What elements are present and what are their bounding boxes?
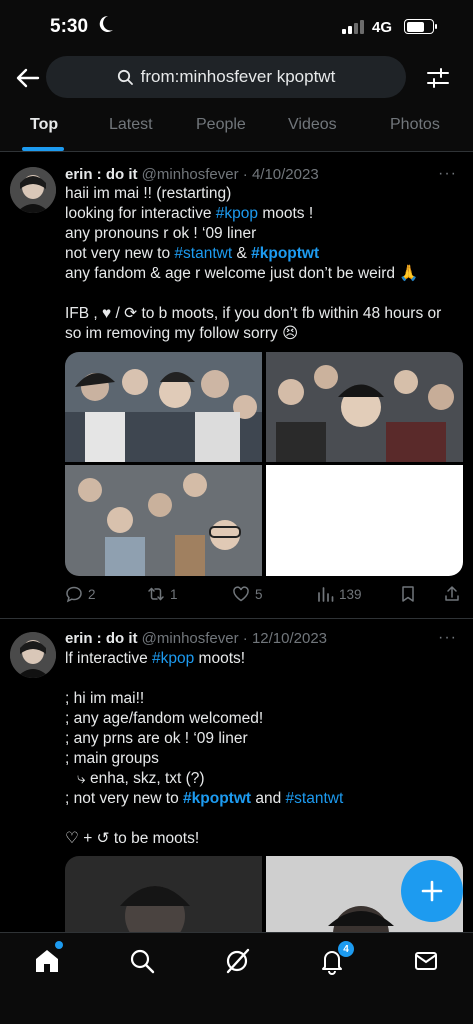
author-handle[interactable]: @minhosfever	[142, 166, 239, 183]
views-count: 139	[339, 586, 362, 602]
author-name[interactable]: erin : do it	[65, 166, 138, 183]
text-line: looking for interactive #kpop moots !	[65, 205, 314, 222]
share-icon	[445, 586, 459, 601]
home-unread-dot	[55, 941, 63, 949]
text-line: IFB , ♥︎ / ⟳ to b moots, if you don’t fb…	[65, 305, 442, 322]
tab-videos[interactable]: Videos	[288, 116, 337, 134]
bottom-nav: 4	[0, 932, 473, 1024]
filter-icon[interactable]	[424, 64, 452, 92]
status-bar: 5:30 4G	[0, 0, 473, 56]
notifications-badge: 4	[338, 941, 354, 957]
post-date: · 12/10/2023	[242, 630, 328, 647]
search-tabs: Top Latest People Videos Photos	[0, 100, 473, 152]
more-icon[interactable]: ···	[438, 629, 457, 647]
tab-people[interactable]: People	[196, 116, 246, 134]
text-line: ; hi im mai!!	[65, 690, 145, 707]
network-label: 4G	[372, 19, 393, 36]
text-line: any fandom & age r welcome just don’t be…	[65, 265, 419, 282]
media-photo[interactable]	[266, 465, 463, 576]
reply-icon	[66, 586, 82, 603]
reply-count: 2	[88, 586, 96, 602]
tab-indicator	[22, 147, 64, 151]
tab-photos[interactable]: Photos	[390, 116, 440, 134]
views-icon	[318, 587, 334, 602]
compose-button[interactable]	[401, 860, 463, 922]
like-count: 5	[255, 586, 263, 602]
grok-icon[interactable]	[223, 947, 251, 975]
search-header: from:minhosfever kpoptwt	[0, 56, 473, 100]
text-line: ⤷ enha, skz, txt (?)	[77, 770, 205, 787]
like-button[interactable]: 5	[232, 585, 263, 603]
hashtag-link[interactable]: #kpop	[152, 650, 194, 667]
text-line: ; main groups	[65, 750, 159, 767]
post-date: · 4/10/2023	[242, 166, 319, 183]
text-line: so im removing my follow sorry 😣	[65, 325, 299, 342]
post-text: haii im mai !! (restarting) looking for …	[65, 184, 465, 344]
explore-icon[interactable]	[128, 947, 156, 975]
search-query: from:minhosfever kpoptwt	[140, 67, 336, 86]
text-line: haii im mai !! (restarting)	[65, 185, 232, 202]
text-line: ; not very new to #kpoptwt and #stantwt	[65, 790, 344, 807]
repost-icon	[148, 587, 164, 601]
text-line: ; any age/fandom welcomed!	[65, 710, 264, 727]
repost-count: 1	[170, 586, 178, 602]
repost-button[interactable]: 1	[147, 585, 178, 603]
post-text: lf interactive #kpop moots! ; hi im mai!…	[65, 649, 465, 849]
text-line: lf interactive #kpop moots!	[65, 650, 246, 667]
compose-plus-icon	[421, 880, 443, 902]
post-header: erin : do it @minhosfever · 4/10/2023	[65, 166, 319, 183]
signal-icon	[342, 20, 364, 34]
hashtag-link[interactable]: #kpop	[216, 205, 258, 222]
author-name[interactable]: erin : do it	[65, 630, 138, 647]
post-header: erin : do it @minhosfever · 12/10/2023	[65, 630, 327, 647]
bookmark-icon	[402, 586, 414, 602]
like-icon	[233, 586, 249, 602]
search-input[interactable]: from:minhosfever kpoptwt	[46, 56, 406, 98]
views-button[interactable]: 139	[316, 585, 362, 603]
media-photo[interactable]	[266, 352, 463, 462]
more-icon[interactable]: ···	[438, 165, 457, 183]
media-photo[interactable]	[65, 352, 262, 462]
text-line: ; any prns are ok ! ‘09 liner	[65, 730, 248, 747]
post-actions: 2 1 5 139	[65, 585, 465, 609]
search-icon	[117, 69, 133, 85]
post[interactable]: erin : do it @minhosfever · 4/10/2023 ··…	[0, 153, 473, 619]
reply-button[interactable]: 2	[65, 585, 96, 603]
text-line: ♡ + ↺ to be moots!	[65, 830, 200, 847]
text-line: any pronouns r ok ! ‘09 liner	[65, 225, 257, 242]
tab-latest[interactable]: Latest	[109, 116, 153, 134]
media-grid	[65, 352, 463, 576]
avatar[interactable]	[10, 632, 56, 678]
hashtag-link[interactable]: #stantwt	[174, 245, 232, 262]
back-arrow-icon[interactable]	[14, 64, 42, 92]
share-button[interactable]	[443, 585, 461, 603]
home-icon[interactable]	[33, 947, 61, 975]
tab-top[interactable]: Top	[30, 116, 58, 134]
author-handle[interactable]: @minhosfever	[142, 630, 239, 647]
hashtag-link[interactable]: #kpoptwt	[183, 790, 251, 807]
status-time: 5:30	[50, 16, 89, 37]
bookmark-button[interactable]	[399, 585, 417, 603]
hashtag-link[interactable]: #stantwt	[286, 790, 344, 807]
battery-icon	[404, 19, 437, 34]
moon-icon	[99, 15, 113, 32]
media-photo[interactable]	[65, 465, 262, 576]
messages-icon[interactable]	[412, 947, 440, 975]
hashtag-link[interactable]: #kpoptwt	[251, 245, 319, 262]
media-photo[interactable]	[65, 856, 262, 936]
avatar[interactable]	[10, 167, 56, 213]
text-line: not very new to #stantwt & #kpoptwt	[65, 245, 320, 262]
